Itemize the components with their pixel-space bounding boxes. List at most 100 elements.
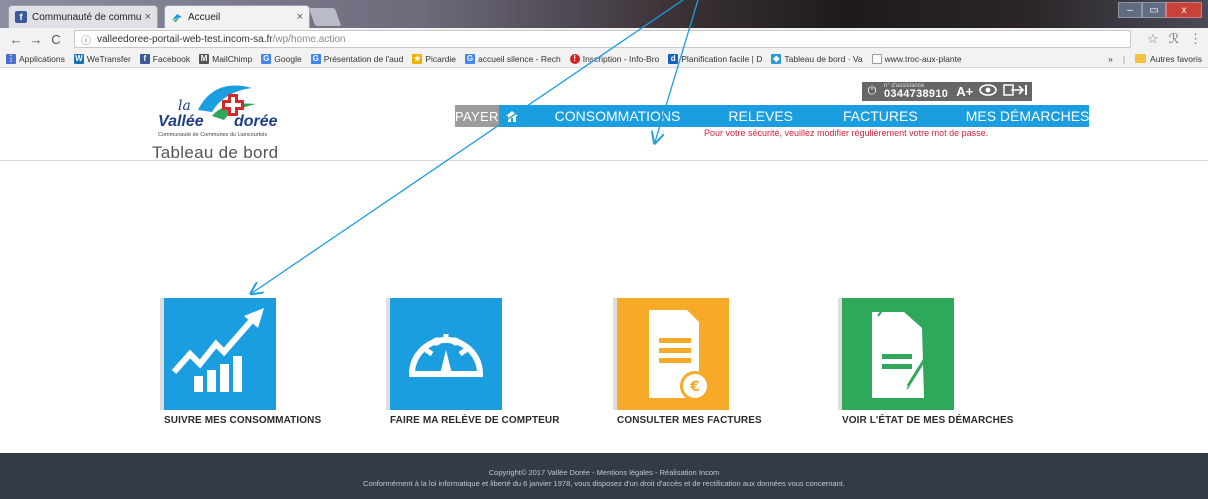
browser-tab[interactable]: f Communauté de commu × — [8, 5, 158, 28]
forward-button[interactable]: → — [28, 32, 44, 47]
nav-factures[interactable]: FACTURES — [843, 108, 918, 124]
mailchimp-icon: M — [199, 53, 210, 64]
toolbar-right: ☆ ℛ ⋮ — [1137, 31, 1202, 47]
nav-releves[interactable]: RELEVES — [728, 108, 793, 124]
nav-pay-button[interactable]: PAYER — [455, 105, 499, 127]
maximize-button[interactable]: ▭ — [1142, 2, 1166, 18]
footer-copyright: Copyright© 2017 Vallée Dorée - Mentions … — [488, 468, 720, 477]
logout-icon[interactable] — [1003, 84, 1029, 99]
document-pen-icon — [872, 307, 940, 398]
footer-legal-notice: Conformément à la loi informatique et li… — [363, 479, 845, 488]
bookmark-item[interactable]: G Google — [261, 53, 302, 64]
screen: f Communauté de commu × Accueil × – ▭ x … — [0, 0, 1208, 499]
tile-label: FAIRE MA RELÈVE DE COMPTEUR — [390, 415, 560, 426]
chart-growth-icon — [171, 308, 264, 392]
window-controls: – ▭ x — [1118, 2, 1202, 18]
logo-doree: dorée — [234, 113, 278, 130]
assistance-bar: ⏻ n° d'assistance 0344738910 A+ — [862, 82, 1032, 101]
logo-la: la — [178, 98, 191, 114]
browser-tab-active[interactable]: Accueil × — [164, 5, 310, 28]
font-size-button[interactable]: A+ — [956, 84, 973, 99]
new-tab-button[interactable] — [308, 8, 342, 26]
tile-card[interactable] — [842, 298, 954, 410]
tile-label: CONSULTER MES FACTURES — [617, 415, 762, 426]
power-icon[interactable]: ⏻ — [864, 85, 880, 98]
bookmark-label: Présentation de l'aud — [323, 53, 404, 64]
address-bar[interactable]: ⓘ valleedoree-portail-web-test.incom-sa.… — [74, 30, 1131, 48]
invoice-euro-icon: € — [649, 310, 710, 401]
main-nav: PAYER CONSOMMATIONS RELEVES FACTURES MES… — [455, 105, 1090, 127]
back-button[interactable]: ← — [8, 32, 24, 47]
page-icon — [871, 53, 882, 64]
info-icon[interactable]: ⓘ — [81, 32, 91, 47]
star-icon: ★ — [412, 53, 423, 64]
bookmark-item[interactable]: f Facebook — [139, 53, 191, 64]
url-host: valleedoree-portail-web-test.incom-sa.fr — [97, 33, 273, 45]
site-footer: Copyright© 2017 Vallée Dorée - Mentions … — [0, 453, 1208, 499]
bookmark-label: Applications — [19, 53, 65, 64]
folder-icon — [1135, 54, 1147, 63]
extension-icon[interactable]: ℛ — [1169, 31, 1179, 47]
tile-label: VOIR L'ÉTAT DE MES DÉMARCHES — [842, 415, 1014, 426]
google-icon: G — [261, 53, 272, 64]
menu-icon[interactable]: ⋮ — [1189, 31, 1202, 47]
assistance-phone: n° d'assistance 0344738910 — [884, 83, 948, 100]
apps-icon: ⋮ — [6, 53, 16, 64]
bookmark-item[interactable]: ◆ Tableau de bord · Va — [771, 53, 863, 64]
close-tab-icon[interactable]: × — [297, 11, 303, 23]
browser-toolbar: ← → C ⓘ valleedoree-portail-web-test.inc… — [0, 28, 1208, 50]
bookmark-item[interactable]: Gaccueil silence - Rech — [465, 53, 561, 64]
bookmark-label: MailChimp — [212, 53, 253, 64]
bookmark-label: Planification facile | D — [681, 53, 763, 64]
password-warning: Pour votre sécurité, veuillez modifier r… — [704, 128, 989, 138]
bookmark-label: www.troc-aux-plante — [884, 53, 962, 64]
assistance-number: 0344738910 — [884, 88, 949, 100]
tile-card[interactable] — [164, 298, 276, 410]
minimize-button[interactable]: – — [1118, 2, 1142, 18]
reload-button[interactable]: C — [48, 32, 64, 47]
url-path: /wp/home.action — [272, 33, 346, 45]
bookmark-item[interactable]: www.troc-aux-plante — [871, 53, 962, 64]
tab-title: Accueil — [188, 11, 221, 23]
bookmarks-bar: ⋮ Applications W WeTransfer f Facebook M Mai… — [0, 50, 1208, 68]
bookmark-item[interactable]: ★ Picardie — [412, 53, 457, 64]
more-bookmarks-button[interactable]: » — [1108, 54, 1113, 64]
bookmark-item[interactable]: M MailChimp — [199, 53, 253, 64]
tile-suivre-consommations[interactable]: SUIVRE MES CONSOMMATIONS — [160, 298, 354, 438]
facebook-icon: f — [139, 53, 150, 64]
bookmark-label: Picardie — [425, 53, 457, 64]
leaf-icon: ◆ — [771, 53, 782, 64]
bookmark-label: Facebook — [152, 53, 191, 64]
wetransfer-icon: W — [73, 53, 84, 64]
bookmark-label: Google — [274, 53, 302, 64]
nav-consommations[interactable]: CONSOMMATIONS — [555, 108, 681, 124]
browser-tab-strip: f Communauté de commu × Accueil × – ▭ x — [0, 0, 1208, 28]
tile-etat-demarches[interactable]: VOIR L'ÉTAT DE MES DÉMARCHES — [838, 298, 1032, 438]
bookmark-label: WeTransfer — [86, 53, 131, 64]
nav-blue-bar: CONSOMMATIONS RELEVES FACTURES MES DÉMAR… — [498, 105, 1090, 127]
tile-faire-releve[interactable]: FAIRE MA RELÈVE DE COMPTEUR — [386, 298, 580, 438]
nav-mes-demarches[interactable]: MES DÉMARCHES — [966, 108, 1090, 124]
tile-card[interactable]: € — [617, 298, 729, 410]
bookmarks-right: » | Autres favoris — [1108, 53, 1202, 64]
svg-text:€: € — [689, 379, 700, 395]
tile-card[interactable] — [390, 298, 502, 410]
bookmark-star-icon[interactable]: ☆ — [1147, 31, 1159, 47]
bookmark-label: accueil silence - Rech — [478, 53, 561, 64]
eye-icon[interactable] — [979, 84, 997, 99]
bookmark-item[interactable]: ! Inscription - Info-Bro — [569, 53, 659, 64]
close-window-button[interactable]: x — [1166, 2, 1202, 18]
bookmark-item[interactable]: W WeTransfer — [73, 53, 131, 64]
close-tab-icon[interactable]: × — [145, 11, 151, 23]
home-icon[interactable] — [499, 105, 525, 127]
google-icon: G — [310, 53, 321, 64]
bookmark-label: Tableau de bord · Va — [784, 53, 863, 64]
other-bookmarks[interactable]: Autres favoris — [1150, 54, 1202, 64]
alert-icon: ! — [569, 53, 580, 64]
bookmark-item[interactable]: G Présentation de l'aud — [310, 53, 404, 64]
tile-label: SUIVRE MES CONSOMMATIONS — [164, 415, 322, 426]
bookmark-item[interactable]: ⋮ Applications — [6, 53, 65, 64]
tile-consulter-factures[interactable]: € CONSULTER MES FACTURES — [613, 298, 807, 438]
facebook-icon: f — [15, 11, 27, 23]
bookmark-item[interactable]: d Planification facile | D — [668, 53, 763, 64]
